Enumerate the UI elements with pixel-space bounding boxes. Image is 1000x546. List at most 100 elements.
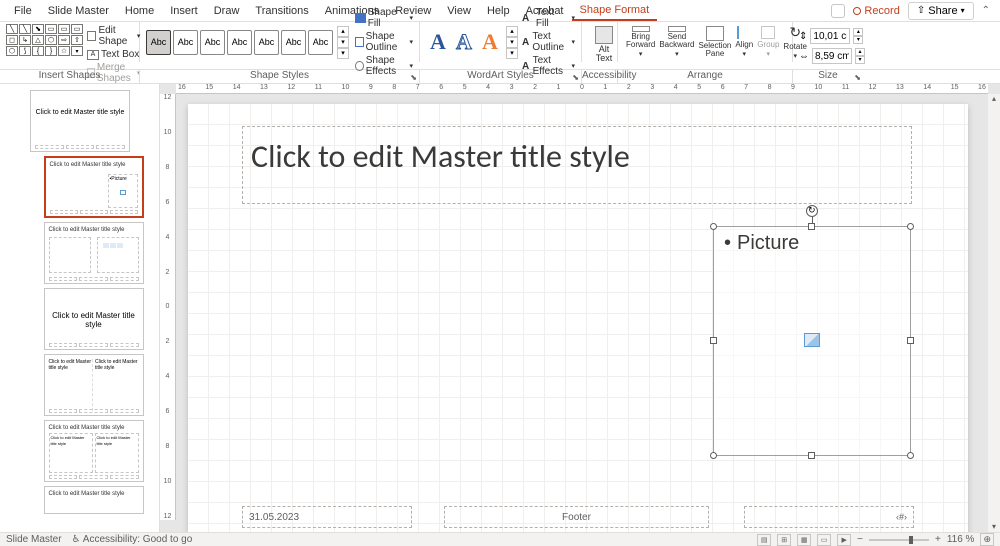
tab-help[interactable]: Help	[479, 2, 518, 20]
rotate-handle[interactable]	[806, 205, 818, 217]
style-swatch[interactable]: Abc	[200, 30, 225, 55]
picture-icon[interactable]	[804, 333, 820, 347]
shape-styles-gallery[interactable]: Abc Abc Abc Abc Abc Abc Abc ▴▾▾	[146, 24, 349, 60]
title-placeholder[interactable]: Click to edit Master title style	[242, 126, 912, 204]
zoom-slider[interactable]	[869, 539, 929, 541]
height-spinner[interactable]: ▴▾	[853, 28, 863, 44]
zoom-out[interactable]: −	[857, 534, 863, 545]
alt-text-button[interactable]: Alt Text	[588, 24, 620, 65]
normal-view-button[interactable]: ⊞	[777, 534, 791, 546]
record-button[interactable]: Record	[853, 5, 899, 17]
shape-fill-button[interactable]: Shape Fill ▾	[355, 6, 413, 30]
layout-thumb-3[interactable]: Click to edit Master title style	[44, 222, 144, 284]
wordart-outline-a[interactable]: A	[452, 29, 476, 55]
text-outline-icon: A	[522, 37, 530, 48]
style-swatch[interactable]: Abc	[254, 30, 279, 55]
resize-handle[interactable]	[710, 223, 717, 230]
teams-icon[interactable]	[831, 4, 845, 18]
notes-button[interactable]: ▤	[757, 534, 771, 546]
style-swatch[interactable]: Abc	[308, 30, 333, 55]
tab-transitions[interactable]: Transitions	[247, 2, 316, 20]
text-fill-button[interactable]: AText Fill ▾	[522, 6, 575, 30]
fill-icon	[355, 13, 366, 23]
resize-handle[interactable]	[808, 223, 815, 230]
slide-canvas[interactable]: Click to edit Master title style •Pictur…	[188, 104, 968, 532]
width-spinner[interactable]: ▴▾	[855, 48, 865, 64]
zoom-in[interactable]: +	[935, 534, 941, 545]
outline-icon	[355, 37, 364, 47]
group-arrange: Arrange	[618, 70, 793, 83]
style-swatch[interactable]: Abc	[227, 30, 252, 55]
scroll-down[interactable]: ▾	[989, 522, 999, 532]
group-button: Group▾	[755, 24, 781, 60]
share-button[interactable]: ⇧Share▾	[908, 2, 974, 20]
vertical-scrollbar[interactable]: ▴ ▾	[988, 94, 1000, 532]
align-button[interactable]: Align▾	[733, 24, 755, 60]
resize-handle[interactable]	[808, 452, 815, 459]
tab-draw[interactable]: Draw	[206, 2, 248, 20]
resize-handle[interactable]	[907, 337, 914, 344]
group-wordart-styles: WordArt Styles⬊	[420, 70, 582, 83]
scroll-up[interactable]: ▴	[989, 94, 999, 104]
wordart-effect-a[interactable]: A	[478, 29, 502, 55]
share-icon: ⇧	[917, 5, 925, 16]
selection-pane-button[interactable]: Selection Pane	[696, 24, 733, 60]
fit-to-window[interactable]: ⊕	[980, 533, 994, 546]
shapes-gallery[interactable]: ╲╲⬊▭▭▭ ◻↳△⬡⇨⇧ ⬡⟆{}☆▾	[6, 24, 83, 60]
edit-shape-icon	[87, 31, 96, 41]
layout-thumb-1[interactable]: Click to edit Master title style	[30, 90, 130, 152]
layout-thumbnails-panel[interactable]: Click to edit Master title style Click t…	[0, 84, 160, 532]
slidenum-placeholder[interactable]: ‹#›	[744, 506, 914, 528]
wordart-gallery[interactable]: A A A ▴▾▾	[426, 24, 518, 60]
send-backward-button[interactable]: Send Backward▾	[657, 24, 696, 60]
resize-handle[interactable]	[907, 223, 914, 230]
ribbon-collapse[interactable]: ⌃	[982, 5, 990, 16]
size-launcher[interactable]: ⬊	[854, 73, 861, 82]
group-accessibility: Accessibility	[582, 70, 618, 83]
gallery-nav[interactable]: ▴▾▾	[337, 26, 349, 59]
text-outline-button[interactable]: AText Outline ▾	[522, 30, 575, 54]
tab-insert[interactable]: Insert	[162, 2, 206, 20]
tab-home[interactable]: Home	[117, 2, 162, 20]
horizontal-ruler: 1615141312111098765432101234567891011121…	[176, 84, 988, 94]
tab-file[interactable]: File	[6, 2, 40, 20]
width-input[interactable]	[812, 48, 852, 64]
reading-view-button[interactable]: ▭	[817, 534, 831, 546]
style-swatch[interactable]: Abc	[281, 30, 306, 55]
date-placeholder[interactable]: 31.05.2023	[242, 506, 412, 528]
wordart-launcher[interactable]: ⬊	[572, 73, 579, 82]
resize-handle[interactable]	[907, 452, 914, 459]
wordart-nav[interactable]: ▴▾▾	[506, 26, 518, 59]
wordart-fill-a[interactable]: A	[426, 29, 450, 55]
footer-placeholder[interactable]: Footer	[444, 506, 709, 528]
slideshow-button[interactable]: ▶	[837, 534, 851, 546]
accessibility-status[interactable]: ♿︎ Accessibility: Good to go	[72, 534, 193, 545]
height-input[interactable]	[810, 28, 850, 44]
text-box-button[interactable]: AText Box	[87, 48, 140, 61]
resize-handle[interactable]	[710, 337, 717, 344]
group-insert-shapes: Insert Shapes	[0, 70, 140, 83]
width-icon: ⇔	[799, 51, 809, 62]
zoom-level[interactable]: 116 %	[947, 534, 975, 545]
shape-outline-button[interactable]: Shape Outline ▾	[355, 30, 413, 54]
accessibility-icon: ♿︎	[72, 534, 81, 545]
edit-shape-button[interactable]: Edit Shape ▾	[87, 24, 140, 48]
bring-forward-button[interactable]: Bring Forward▾	[624, 24, 657, 60]
layout-thumb-4[interactable]: Click to edit Master title style	[44, 288, 144, 350]
style-swatch[interactable]: Abc	[173, 30, 198, 55]
alt-text-icon	[595, 26, 613, 44]
resize-handle[interactable]	[710, 452, 717, 459]
tab-shape-format[interactable]: Shape Format	[572, 1, 658, 21]
tab-slide-master[interactable]: Slide Master	[40, 2, 117, 20]
text-fill-icon: A	[522, 13, 534, 24]
layout-thumb-2[interactable]: Click to edit Master title style •Pictur…	[44, 156, 144, 218]
style-swatch[interactable]: Abc	[146, 30, 171, 55]
group-size: Size⬊	[793, 70, 863, 83]
tab-view[interactable]: View	[439, 2, 479, 20]
layout-thumb-5[interactable]: Click to edit Master title style Click t…	[44, 354, 144, 416]
shape-styles-launcher[interactable]: ⬊	[410, 73, 417, 82]
picture-placeholder[interactable]: •Picture	[713, 226, 911, 456]
layout-thumb-6[interactable]: Click to edit Master title style Click t…	[44, 420, 144, 482]
sorter-view-button[interactable]: ▦	[797, 534, 811, 546]
layout-thumb-7[interactable]: Click to edit Master title style	[44, 486, 144, 514]
